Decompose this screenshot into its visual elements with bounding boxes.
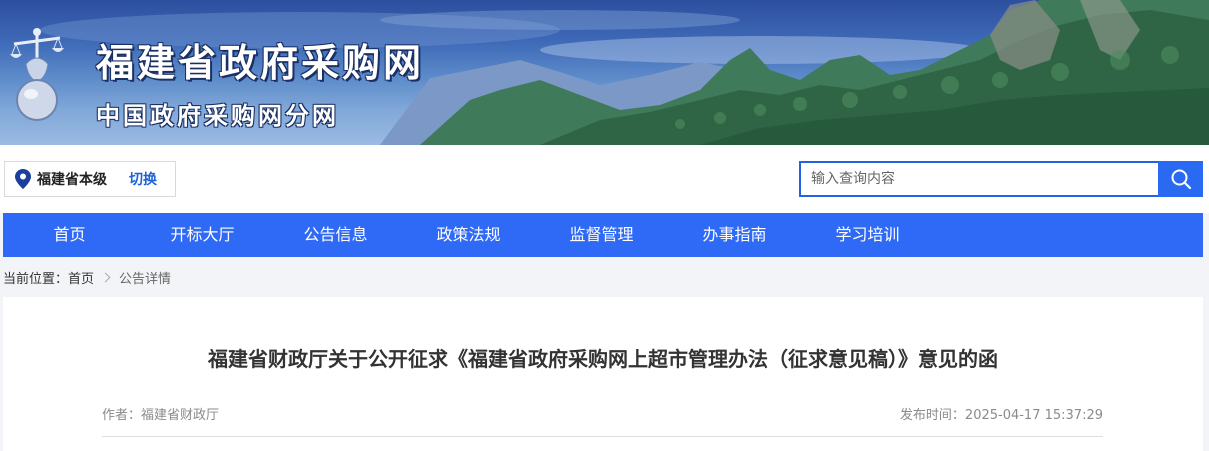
site-banner: 福建省政府采购网 中国政府采购网分网 — [0, 0, 1209, 145]
site-title: 福建省政府采购网 — [96, 41, 425, 85]
breadcrumb-home-link[interactable]: 首页 — [68, 268, 94, 287]
search-icon — [1171, 169, 1191, 190]
search-bar — [799, 161, 1203, 197]
region-switch-link[interactable]: 切换 — [129, 169, 157, 189]
region-selector: 福建省本级 切换 — [4, 161, 176, 197]
nav-item-guide[interactable]: 办事指南 — [668, 213, 801, 257]
breadcrumb-current: 公告详情 — [119, 271, 172, 287]
search-input[interactable] — [799, 161, 1158, 197]
nav-item-policies[interactable]: 政策法规 — [402, 213, 535, 257]
nav-item-bid-hall[interactable]: 开标大厅 — [136, 213, 269, 257]
article-panel: 福建省财政厅关于公开征求《福建省政府采购网上超市管理办法（征求意见稿）》意见的函… — [3, 297, 1203, 451]
map-pin-icon — [15, 169, 31, 189]
toolbar: 福建省本级 切换 — [0, 145, 1209, 213]
nav-item-home[interactable]: 首页 — [3, 213, 136, 257]
nav-item-supervision[interactable]: 监督管理 — [535, 213, 668, 257]
nav-item-announcements[interactable]: 公告信息 — [269, 213, 402, 257]
article-author: 作者：福建省财政厅 — [102, 408, 220, 423]
article-title: 福建省财政厅关于公开征求《福建省政府采购网上超市管理办法（征求意见稿）》意见的函 — [208, 347, 998, 371]
article-publish-time: 发布时间：2025-04-17 15:37:29 — [899, 408, 1103, 423]
region-name: 福建省本级 — [37, 172, 107, 188]
site-subtitle: 中国政府采购网分网 — [96, 102, 339, 130]
main-nav: 首页 开标大厅 公告信息 政策法规 监督管理 办事指南 学习培训 — [3, 213, 1203, 257]
breadcrumb: 当前位置： 首页 公告详情 — [3, 266, 171, 288]
chevron-right-icon — [100, 272, 111, 282]
breadcrumb-prefix: 当前位置： — [3, 271, 69, 287]
nav-item-training[interactable]: 学习培训 — [801, 213, 934, 257]
scales-emblem-logo — [10, 28, 64, 121]
divider — [102, 436, 1103, 437]
search-button[interactable] — [1158, 161, 1203, 197]
